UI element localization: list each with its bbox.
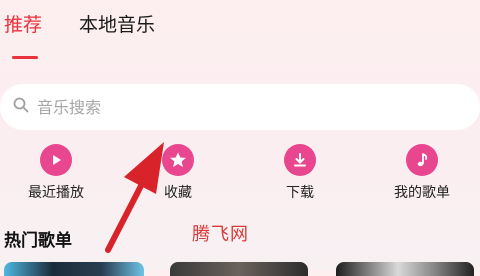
playlist-cover[interactable] <box>336 262 474 276</box>
search-input[interactable] <box>35 96 459 118</box>
quick-action-favorite[interactable]: 收藏 <box>128 144 228 202</box>
tab-recommend[interactable]: 推荐 <box>4 10 42 40</box>
music-note-icon <box>406 144 438 176</box>
playlist-cover[interactable] <box>4 262 144 276</box>
playlist-cover[interactable] <box>170 262 308 276</box>
section-title: 热门歌单 <box>4 231 72 251</box>
quick-action-download[interactable]: 下载 <box>250 144 350 202</box>
search-bar[interactable] <box>0 84 480 130</box>
play-icon <box>40 144 72 176</box>
watermark: 腾飞网 <box>192 224 249 245</box>
search-icon <box>13 97 29 117</box>
quick-action-my-playlists[interactable]: 我的歌单 <box>372 144 472 202</box>
quick-action-label: 收藏 <box>164 185 192 201</box>
download-icon <box>284 144 316 176</box>
quick-action-recent[interactable]: 最近播放 <box>6 144 106 202</box>
quick-action-label: 最近播放 <box>28 185 84 201</box>
quick-action-label: 下载 <box>286 185 314 201</box>
tab-active-indicator <box>12 56 38 59</box>
quick-action-label: 我的歌单 <box>394 185 450 201</box>
tab-local-music[interactable]: 本地音乐 <box>79 10 155 40</box>
star-icon <box>162 144 194 176</box>
